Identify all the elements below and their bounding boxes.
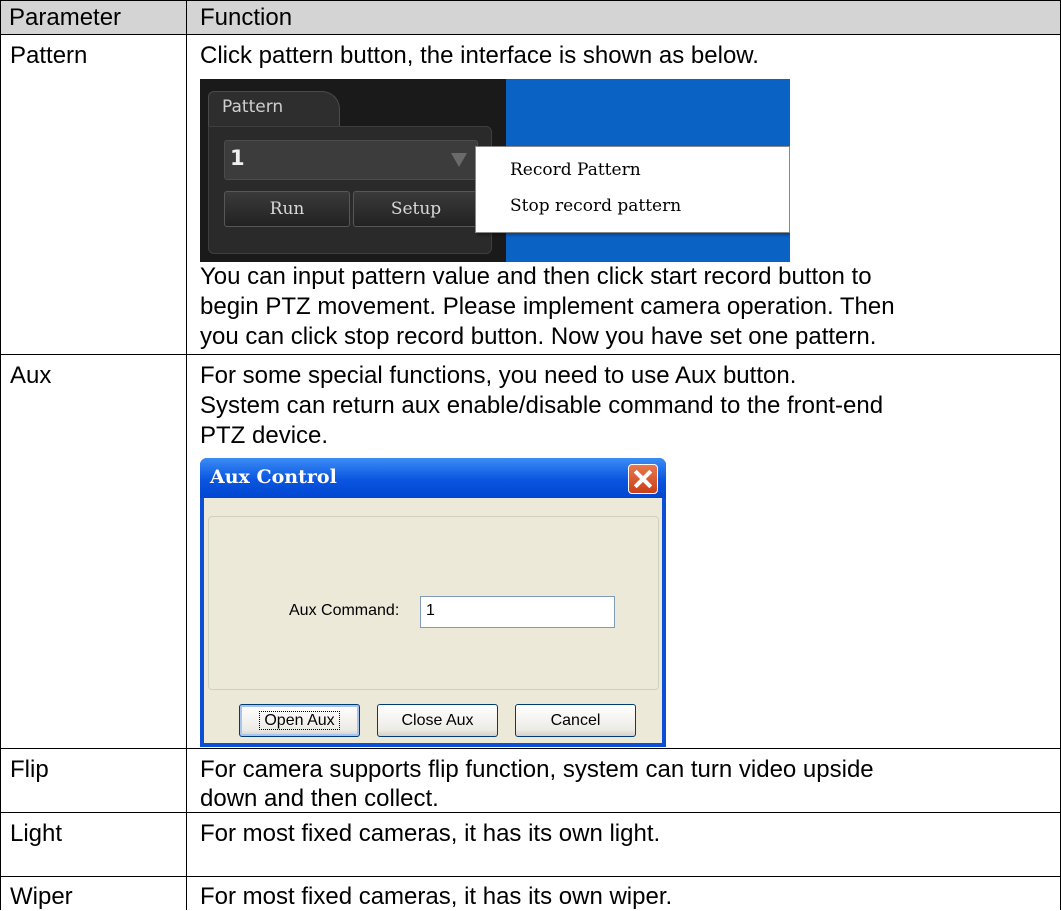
flip-desc-line-1: For camera supports flip function, syste… (200, 756, 874, 783)
header-parameter: Parameter (9, 4, 122, 31)
pattern-tab-label: Pattern (222, 97, 284, 117)
pattern-after-line-3: you can click stop record button. Now yo… (200, 323, 877, 350)
aux-command-value: 1 (426, 602, 435, 619)
open-aux-label: Open Aux (259, 711, 340, 730)
wiper-desc-line: For most fixed cameras, it has its own w… (200, 883, 673, 910)
header-function: Function (200, 4, 293, 31)
setup-context-menu: Record Pattern Stop record pattern (475, 146, 790, 233)
aux-command-label: Aux Command: (289, 602, 400, 619)
menu-item-record-pattern[interactable]: Record Pattern (510, 160, 641, 180)
row-param-aux: Aux (10, 362, 52, 389)
pattern-select[interactable] (224, 140, 478, 180)
dialog-body: Aux Command: 1 Open Aux Close Aux Cancel (204, 498, 662, 743)
row-param-wiper: Wiper (10, 883, 73, 910)
aux-control-dialog: Aux Control Aux Command: 1 Open Aux Clos… (200, 458, 666, 747)
cancel-button[interactable]: Cancel (515, 704, 636, 737)
run-button[interactable]: Run (224, 191, 350, 227)
pattern-after-line-2: begin PTZ movement. Please implement cam… (200, 293, 895, 320)
table-header-row (0, 0, 1061, 34)
parameter-table: Parameter Function Pattern Click pattern… (0, 0, 1061, 910)
pattern-desc-line: Click pattern button, the interface is s… (200, 42, 759, 69)
row-param-light: Light (10, 820, 63, 847)
row-param-flip: Flip (10, 756, 49, 783)
light-desc-line: For most fixed cameras, it has its own l… (200, 820, 661, 847)
aux-command-input[interactable] (420, 596, 615, 628)
chevron-down-icon[interactable] (451, 153, 467, 167)
flip-desc-line-2: down and then collect. (200, 785, 439, 812)
pattern-select-value: 1 (230, 146, 245, 170)
open-aux-button[interactable]: Open Aux (239, 704, 360, 737)
aux-desc-line-3: PTZ device. (200, 422, 329, 449)
menu-item-stop-record-pattern[interactable]: Stop record pattern (510, 196, 681, 216)
setup-button[interactable]: Setup (353, 191, 479, 227)
pattern-panel-screenshot: Pattern 1 Run Setup Record Pattern Stop … (200, 79, 790, 262)
aux-desc-line-1: For some special functions, you need to … (200, 362, 797, 389)
pattern-after-line-1: You can input pattern value and then cli… (200, 263, 872, 290)
row-param-pattern: Pattern (10, 42, 88, 69)
aux-desc-line-2: System can return aux enable/disable com… (200, 392, 884, 419)
dialog-title: Aux Control (210, 466, 337, 488)
close-icon[interactable] (628, 464, 658, 494)
close-aux-button[interactable]: Close Aux (377, 704, 498, 737)
